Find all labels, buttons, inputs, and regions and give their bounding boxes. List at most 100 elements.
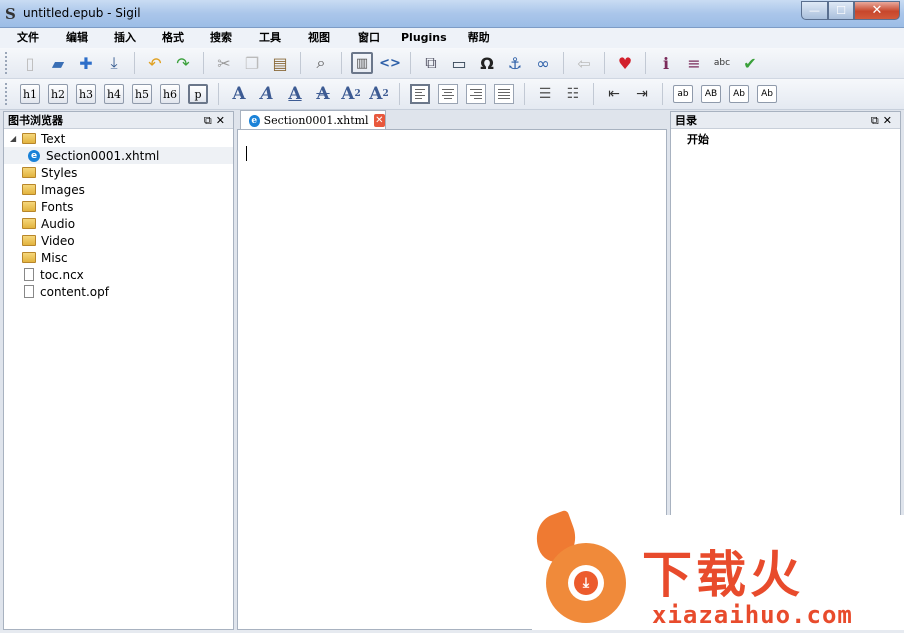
text-caret — [246, 146, 247, 161]
add-file-icon[interactable]: ✚ — [75, 52, 97, 74]
bold-icon[interactable]: A — [228, 83, 250, 105]
tree-item-toc-ncx[interactable]: toc.ncx — [4, 266, 233, 283]
folder-icon — [22, 252, 36, 263]
toolbar-separator — [662, 83, 663, 105]
menu-insert[interactable]: 插入 — [114, 28, 136, 48]
xhtml-file-icon: e — [249, 114, 260, 127]
folder-icon — [22, 184, 36, 195]
folder-icon — [22, 235, 36, 246]
link-icon[interactable]: ∞ — [532, 52, 554, 74]
expand-arrow-icon[interactable]: ◢ — [10, 134, 20, 143]
toolbar-separator — [410, 52, 411, 74]
open-folder-icon[interactable]: ▰ — [47, 52, 69, 74]
validate-check-icon[interactable]: ✔ — [739, 52, 761, 74]
tree-item-content-opf[interactable]: content.opf — [4, 283, 233, 300]
menu-search[interactable]: 搜索 — [210, 28, 232, 48]
window-controls: — ☐ ✕ — [801, 1, 900, 20]
insert-image-icon[interactable]: ▭ — [448, 52, 470, 74]
tree-item-section0001[interactable]: e Section0001.xhtml — [4, 147, 233, 164]
maximize-button[interactable]: ☐ — [828, 1, 854, 20]
redo-icon[interactable]: ↷ — [172, 52, 194, 74]
strikethrough-icon[interactable]: A — [312, 83, 334, 105]
code-view-icon[interactable]: <> — [379, 52, 401, 74]
tree-item-misc-folder[interactable]: Misc — [4, 249, 233, 266]
align-center-icon[interactable] — [438, 84, 458, 104]
cut-icon[interactable]: ✂ — [213, 52, 235, 74]
file-icon — [24, 285, 34, 298]
menu-tools[interactable]: 工具 — [259, 28, 281, 48]
back-icon[interactable]: ⇦ — [573, 52, 595, 74]
tab-section0001[interactable]: e Section0001.xhtml ✕ — [240, 110, 386, 130]
tree-item-styles-folder[interactable]: Styles — [4, 164, 233, 181]
heading-2-button[interactable]: h2 — [48, 84, 68, 104]
tree-item-audio-folder[interactable]: Audio — [4, 215, 233, 232]
special-char-icon[interactable]: Ω — [476, 52, 498, 74]
superscript-icon[interactable]: A2 — [368, 83, 390, 105]
tree-item-images-folder[interactable]: Images — [4, 181, 233, 198]
toc-list-icon[interactable]: ≡ — [683, 52, 705, 74]
book-browser-panel: 图书浏览器 ⧉✕ ◢ Text e Section0001.xhtml Styl… — [3, 111, 234, 630]
file-icon — [24, 268, 34, 281]
toolbar-separator — [524, 83, 525, 105]
spellcheck-icon[interactable]: abc — [711, 52, 733, 74]
toc-item[interactable]: 开始 — [671, 130, 900, 147]
panel-float-close-icons[interactable]: ⧉✕ — [871, 112, 896, 129]
watermark-chinese-text: 下载火 — [642, 546, 804, 604]
heading-1-button[interactable]: h1 — [20, 84, 40, 104]
heading-6-button[interactable]: h6 — [160, 84, 180, 104]
close-button[interactable]: ✕ — [854, 1, 900, 20]
capitalize-button[interactable]: Ab — [757, 85, 777, 103]
paste-icon[interactable]: ▤ — [269, 52, 291, 74]
donate-heart-icon[interactable]: ♥ — [614, 52, 636, 74]
minimize-button[interactable]: — — [801, 1, 828, 20]
numbered-list-icon[interactable]: ☷ — [562, 83, 584, 105]
menu-help[interactable]: 帮助 — [468, 28, 490, 48]
align-right-icon[interactable] — [466, 84, 486, 104]
decrease-indent-icon[interactable]: ⇤ — [603, 83, 625, 105]
panel-float-close-icons[interactable]: ⧉✕ — [204, 112, 229, 129]
tree-item-video-folder[interactable]: Video — [4, 232, 233, 249]
folder-icon — [22, 201, 36, 212]
logo-ring-icon: ⤓ — [546, 543, 626, 623]
bullet-list-icon[interactable]: ☰ — [534, 83, 556, 105]
tree-item-label: Section0001.xhtml — [46, 148, 160, 163]
italic-icon[interactable]: A — [256, 83, 278, 105]
anchor-icon[interactable]: ⚓ — [504, 52, 526, 74]
menu-format[interactable]: 格式 — [162, 28, 184, 48]
split-icon[interactable]: ⧉ — [420, 52, 442, 74]
copy-icon[interactable]: ❐ — [241, 52, 263, 74]
menu-window[interactable]: 窗口 — [358, 28, 380, 48]
tree-item-label: Video — [41, 233, 75, 248]
align-justify-icon[interactable] — [494, 84, 514, 104]
heading-3-button[interactable]: h3 — [76, 84, 96, 104]
underline-icon[interactable]: A — [284, 83, 306, 105]
toolbar-grip[interactable] — [5, 52, 11, 74]
uppercase-button[interactable]: AB — [701, 85, 721, 103]
menu-view[interactable]: 视图 — [308, 28, 330, 48]
undo-icon[interactable]: ↶ — [144, 52, 166, 74]
metadata-icon[interactable]: i — [655, 52, 677, 74]
tree-item-fonts-folder[interactable]: Fonts — [4, 198, 233, 215]
increase-indent-icon[interactable]: ⇥ — [631, 83, 653, 105]
new-file-icon[interactable]: ▯ — [19, 52, 41, 74]
menu-edit[interactable]: 编辑 — [66, 28, 88, 48]
find-icon[interactable]: ⌕ — [310, 52, 332, 74]
heading-5-button[interactable]: h5 — [132, 84, 152, 104]
toolbar-grip[interactable] — [5, 83, 11, 105]
subscript-icon[interactable]: A2 — [340, 83, 362, 105]
format-toolbar: h1 h2 h3 h4 h5 h6 p A A A A A2 A2 ☰ ☷ ⇤ … — [0, 79, 904, 110]
save-icon[interactable]: ⤓ — [103, 52, 125, 74]
align-left-icon[interactable] — [410, 84, 430, 104]
menu-plugins[interactable]: Plugins — [401, 28, 447, 48]
toolbar-separator — [300, 52, 301, 74]
heading-4-button[interactable]: h4 — [104, 84, 124, 104]
toc-tree: 开始 — [671, 130, 900, 147]
toolbar-separator — [134, 52, 135, 74]
paragraph-button[interactable]: p — [188, 84, 208, 104]
lowercase-button[interactable]: ab — [673, 85, 693, 103]
menu-file[interactable]: 文件 — [17, 28, 39, 48]
tab-close-icon[interactable]: ✕ — [373, 114, 385, 127]
book-view-icon[interactable]: ▥ — [351, 52, 373, 74]
tree-item-text-folder[interactable]: ◢ Text — [4, 130, 233, 147]
titlecase-button[interactable]: Ab — [729, 85, 749, 103]
